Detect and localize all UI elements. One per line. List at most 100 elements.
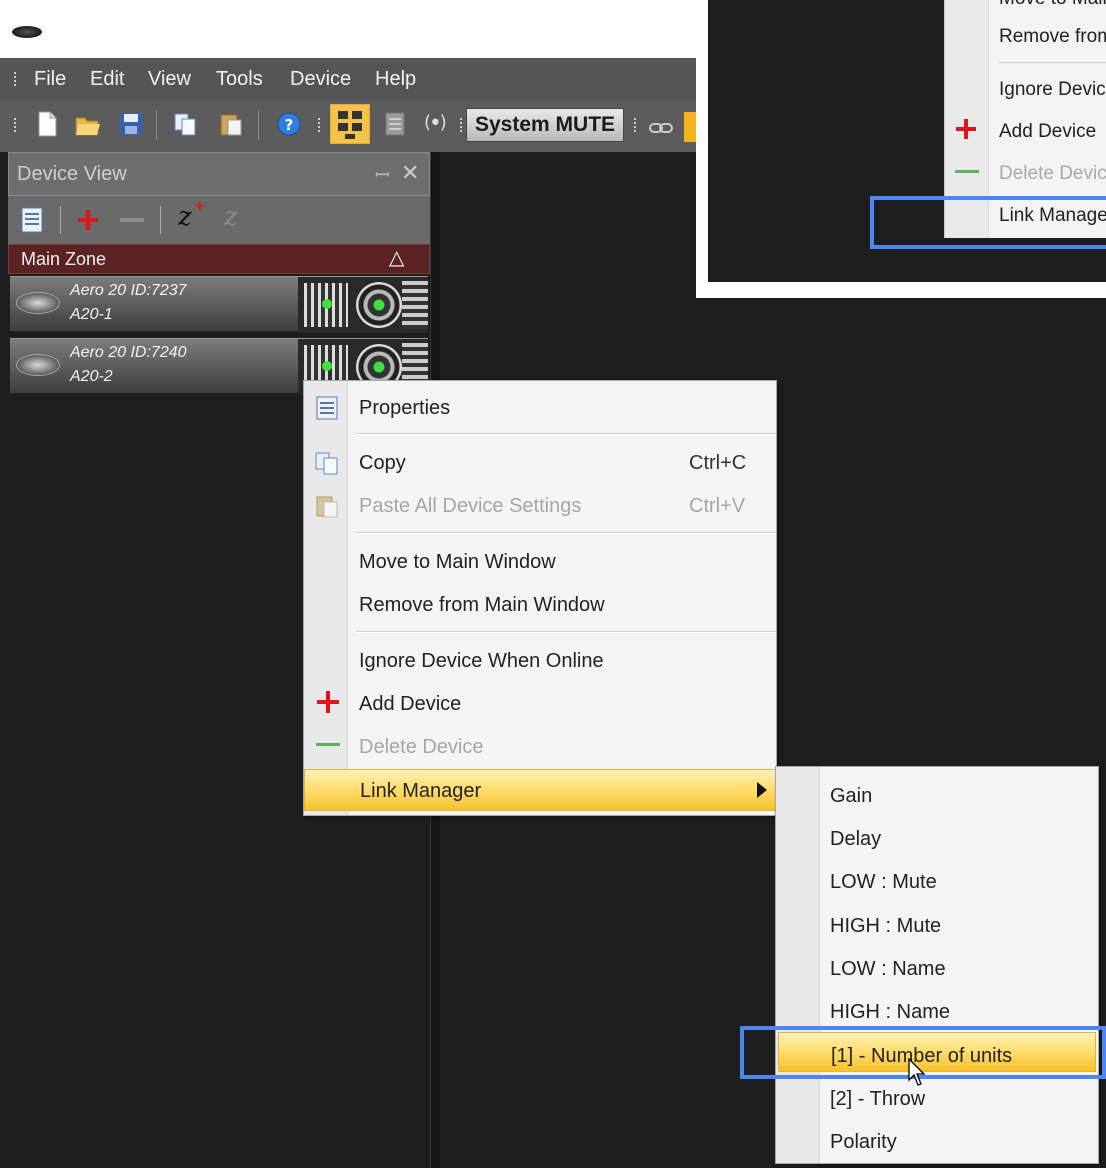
inset-item-remove: Remove from [999, 26, 1106, 47]
menu-item-properties[interactable]: Properties [304, 387, 776, 427]
menu-item-link-manager[interactable]: Link Manager [304, 769, 776, 811]
menu-item-label: Link Manager [360, 780, 482, 802]
menu-file[interactable]: File [34, 68, 66, 91]
menu-item-add-device[interactable]: Add Device [304, 683, 776, 723]
submenu-item-label: [2] - Throw [830, 1088, 926, 1110]
submenu-item-label: Gain [830, 785, 873, 807]
collapse-toggle-icon[interactable]: △ [389, 245, 404, 269]
device-row[interactable]: Aero 20 ID:7237 A20-1 [10, 276, 428, 333]
annotation-highlight-box [870, 196, 1106, 249]
menu-tools[interactable]: Tools [216, 68, 263, 91]
toolbar-grip [14, 118, 17, 132]
link-manager-submenu: Gain Delay LOW : Mute HIGH : Mute LOW : … [775, 766, 1099, 1164]
device-model-id: Aero 20 ID:7240 [70, 344, 187, 361]
submenu-item-label: Polarity [830, 1131, 897, 1153]
minus-icon [955, 170, 979, 173]
link-icon[interactable] [648, 114, 674, 142]
inset-item-add: Add Device [999, 121, 1097, 142]
broadcast-icon[interactable]: (ꔷ) [424, 112, 450, 140]
menu-separator [356, 532, 776, 534]
menu-item-label: Ignore Device When Online [359, 650, 604, 672]
zone-name: Main Zone [21, 249, 107, 269]
open-folder-icon[interactable] [74, 110, 100, 138]
submenu-item-throw[interactable]: [2] - Throw [778, 1076, 1096, 1116]
plus-icon [317, 691, 339, 713]
device-view-title: Device View [17, 163, 127, 185]
mouse-cursor-icon [908, 1058, 926, 1086]
inset-item-move: Move to Main [999, 0, 1106, 10]
menu-device[interactable]: Device [290, 68, 351, 91]
paste-icon [316, 496, 338, 518]
submenu-item-high-mute[interactable]: HIGH : Mute [778, 903, 1096, 943]
toolbar-separator [60, 206, 61, 234]
inset-item-ignore: Ignore Device [999, 79, 1106, 100]
menu-item-label: Remove from Main Window [359, 594, 605, 616]
submenu-item-label: Delay [830, 828, 882, 850]
menu-item-label: Properties [359, 397, 451, 419]
toolbar-grip [460, 118, 463, 132]
menu-item-copy[interactable]: Copy Ctrl+C [304, 442, 776, 482]
submenu-item-label: HIGH : Name [830, 1001, 951, 1023]
add-device-icon[interactable] [76, 208, 100, 232]
inset-item-delete: Delete Device [999, 163, 1106, 184]
copy-icon [315, 452, 338, 475]
help-icon[interactable]: ? [276, 110, 302, 138]
menu-grip [14, 72, 17, 86]
menu-item-label: Add Device [359, 693, 462, 715]
delete-device-icon[interactable] [120, 218, 144, 222]
device-view-icon[interactable] [330, 104, 370, 144]
menu-item-move-to-main[interactable]: Move to Main Window [304, 541, 776, 581]
submenu-item-low-name[interactable]: LOW : Name [778, 946, 1096, 986]
minus-icon [316, 743, 340, 746]
properties-icon [316, 396, 338, 420]
submenu-item-delay[interactable]: Delay [778, 816, 1096, 856]
menu-help[interactable]: Help [375, 68, 416, 91]
menu-item-shortcut: Ctrl+V [689, 495, 746, 517]
paste-icon[interactable] [218, 110, 244, 138]
new-file-icon[interactable] [34, 110, 60, 138]
add-zone-icon[interactable]: z [178, 202, 192, 232]
svg-text:?: ? [285, 116, 294, 134]
device-context-menu: Properties Copy Ctrl+C Paste All Device … [303, 380, 777, 816]
add-zone-plus-icon: + [194, 198, 206, 214]
submenu-item-polarity[interactable]: Polarity [778, 1119, 1096, 1159]
das-logo-icon [16, 292, 60, 314]
menu-item-paste-settings[interactable]: Paste All Device Settings Ctrl+V [304, 485, 776, 525]
plus-icon [956, 119, 976, 139]
menu-item-ignore-device[interactable]: Ignore Device When Online [304, 640, 776, 680]
toolbar-separator [156, 110, 157, 140]
device-name: A20-1 [70, 306, 113, 323]
submenu-item-low-mute[interactable]: LOW : Mute [778, 859, 1096, 899]
main-toolbar: ? (ꔷ) System MUTE [0, 100, 700, 152]
menu-item-delete-device[interactable]: Delete Device [304, 726, 776, 766]
menu-separator [356, 433, 776, 435]
menu-separator [356, 631, 776, 633]
menu-item-label: Move to Main Window [359, 551, 556, 573]
save-icon[interactable] [118, 110, 144, 138]
submenu-item-label: LOW : Mute [830, 871, 937, 893]
device-model-id: Aero 20 ID:7237 [70, 282, 187, 299]
menu-item-label: Delete Device [359, 736, 484, 758]
menu-edit[interactable]: Edit [90, 68, 124, 91]
remove-zone-icon[interactable]: z [224, 202, 238, 232]
properties-icon[interactable] [20, 206, 44, 234]
menu-item-label: Paste All Device Settings [359, 495, 582, 517]
toolbar-overflow-icon[interactable] [684, 112, 696, 142]
zone-header[interactable]: Main Zone △ [8, 244, 430, 274]
submenu-item-gain[interactable]: Gain [778, 773, 1096, 813]
close-icon[interactable]: ✕ [401, 161, 419, 186]
menu-item-label: Copy [359, 452, 406, 474]
pin-icon[interactable]: ꟷ [375, 163, 390, 187]
submenu-item-high-name[interactable]: HIGH : Name [778, 989, 1096, 1029]
toolbar-separator [160, 206, 161, 234]
menu-item-remove-from-main[interactable]: Remove from Main Window [304, 584, 776, 624]
submenu-item-label: HIGH : Mute [830, 915, 942, 937]
inset-separator [999, 62, 1106, 63]
toolbar-grip [318, 118, 321, 132]
toolbar-grip [634, 118, 637, 132]
list-icon[interactable] [382, 110, 408, 138]
system-mute-button[interactable]: System MUTE [466, 108, 624, 142]
copy-icon[interactable] [172, 110, 198, 138]
menu-view[interactable]: View [148, 68, 191, 91]
submenu-arrow-icon [757, 782, 767, 798]
